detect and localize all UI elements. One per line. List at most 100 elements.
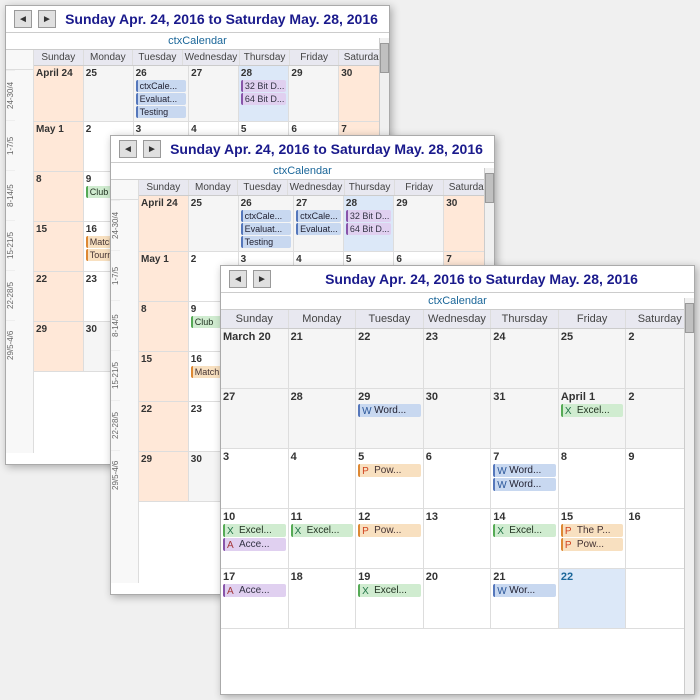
table-row: 29 [139,452,189,502]
event-item[interactable]: 64 Bit D... [346,223,392,235]
powerpoint-icon: P [565,526,575,536]
event-item[interactable]: WWord... [493,464,556,477]
table-row: May 1 [34,122,84,172]
day-headers-1: Sunday Monday Tuesday Wednesday Thursday… [34,50,389,66]
day-header: Tuesday [133,50,183,65]
day-headers-3: Sunday Monday Tuesday Wednesday Thursday… [221,310,694,329]
powerpoint-icon: P [362,526,372,536]
calendar-header-1: ◄ ► Sunday Apr. 24, 2016 to Saturday May… [6,6,389,33]
excel-icon: X [227,526,237,536]
next-btn-2[interactable]: ► [143,140,161,158]
day-header: Wednesday [183,50,241,65]
event-item[interactable]: PPow... [358,464,421,477]
day-header: Sunday [221,310,289,328]
week-label: 22-28/5 [111,400,120,450]
day-header: Wednesday [288,180,346,195]
calendar-header-3: ◄ ► Sunday Apr. 24, 2016 to Saturday May… [221,266,694,293]
table-row: 5 PPow... [356,449,424,509]
scroll-thumb-1[interactable] [380,43,389,73]
event-item[interactable]: AAcce... [223,584,286,597]
table-row: 22 [34,272,84,322]
event-item[interactable]: PPow... [561,538,624,551]
day-header: Friday [559,310,627,328]
next-btn-3[interactable]: ► [253,270,271,288]
table-row: March 20 [221,329,289,389]
event-item[interactable]: ctxCale... [241,210,292,222]
table-row: 8 [139,302,189,352]
word-icon: W [362,406,372,416]
table-row: 8 [34,172,84,222]
event-item[interactable]: Evaluat... [241,223,292,235]
table-row: 26 ctxCale... Evaluat... Testing [239,196,295,252]
event-item[interactable]: PPow... [358,524,421,537]
day-header: Friday [290,50,340,65]
calendar-subtitle-2: ctxCalendar [111,163,494,180]
table-row: 15 PThe P... PPow... [559,509,627,569]
table-row: 4 [289,449,357,509]
calendar-title-1: Sunday Apr. 24, 2016 to Saturday May. 28… [62,11,381,27]
event-item[interactable]: Testing [241,236,292,248]
day-header: Sunday [34,50,84,65]
table-row: 31 [491,389,559,449]
event-item[interactable]: PThe P... [561,524,624,537]
day-header: Monday [189,180,239,195]
table-row: 8 [559,449,627,509]
table-row: 29 [34,322,84,372]
prev-btn-1[interactable]: ◄ [14,10,32,28]
table-row: 28 [289,389,357,449]
event-item[interactable]: XExcel... [358,584,421,597]
event-item[interactable]: WWord... [493,478,556,491]
week-label: 24-30/4 [111,200,120,250]
day-header: Monday [289,310,357,328]
table-row: 17 AAcce... [221,569,289,629]
event-item[interactable]: WWord... [358,404,421,417]
day-header: Thursday [240,50,290,65]
prev-btn-2[interactable]: ◄ [119,140,137,158]
table-row: 28 32 Bit D... 64 Bit D... [344,196,395,252]
scroll-thumb-3[interactable] [685,303,694,333]
event-item[interactable]: 32 Bit D... [346,210,392,222]
table-row: 13 [424,509,492,569]
table-row: 3 [221,449,289,509]
next-btn-1[interactable]: ► [38,10,56,28]
table-row: 22 [559,569,627,629]
table-row: 21 WWor... [491,569,559,629]
prev-btn-3[interactable]: ◄ [229,270,247,288]
event-item[interactable]: XExcel... [493,524,556,537]
excel-icon: X [362,586,372,596]
day-header: Friday [395,180,445,195]
word-icon: W [497,480,507,490]
calendar-title-3: Sunday Apr. 24, 2016 to Saturday May. 28… [277,271,686,287]
table-row: 29 WWord... [356,389,424,449]
table-row: 22 [139,402,189,452]
event-item[interactable]: Evaluat... [136,93,187,105]
scrollbar-3[interactable] [684,298,694,694]
event-item[interactable]: ctxCale... [296,210,341,222]
event-item[interactable]: Testing [136,106,187,118]
access-icon: A [227,540,237,550]
event-item[interactable]: WWor... [493,584,556,597]
calendar-subtitle-3: ctxCalendar [221,293,694,310]
table-row: April 24 [34,66,84,122]
table-row: 25 [84,66,134,122]
week-label: 29/5-4/6 [6,320,15,370]
table-row: 22 [356,329,424,389]
table-row: 20 [424,569,492,629]
event-item[interactable]: XExcel... [291,524,354,537]
calendar-grid-3: Sunday Monday Tuesday Wednesday Thursday… [221,310,694,683]
scroll-thumb-2[interactable] [485,173,494,203]
event-item[interactable]: 32 Bit D... [241,80,287,92]
table-row: May 1 [139,252,189,302]
event-item[interactable]: AAcce... [223,538,286,551]
week-label: 1-7/5 [6,120,15,170]
table-row: 27 [221,389,289,449]
table-row: 29 [394,196,444,252]
event-item[interactable]: Evaluat... [296,223,341,235]
event-item[interactable]: XExcel... [561,404,624,417]
event-item[interactable]: ctxCale... [136,80,187,92]
table-row: 21 [289,329,357,389]
event-item[interactable]: 64 Bit D... [241,93,287,105]
table-row: April 24 [139,196,189,252]
day-header: Monday [84,50,134,65]
event-item[interactable]: XExcel... [223,524,286,537]
